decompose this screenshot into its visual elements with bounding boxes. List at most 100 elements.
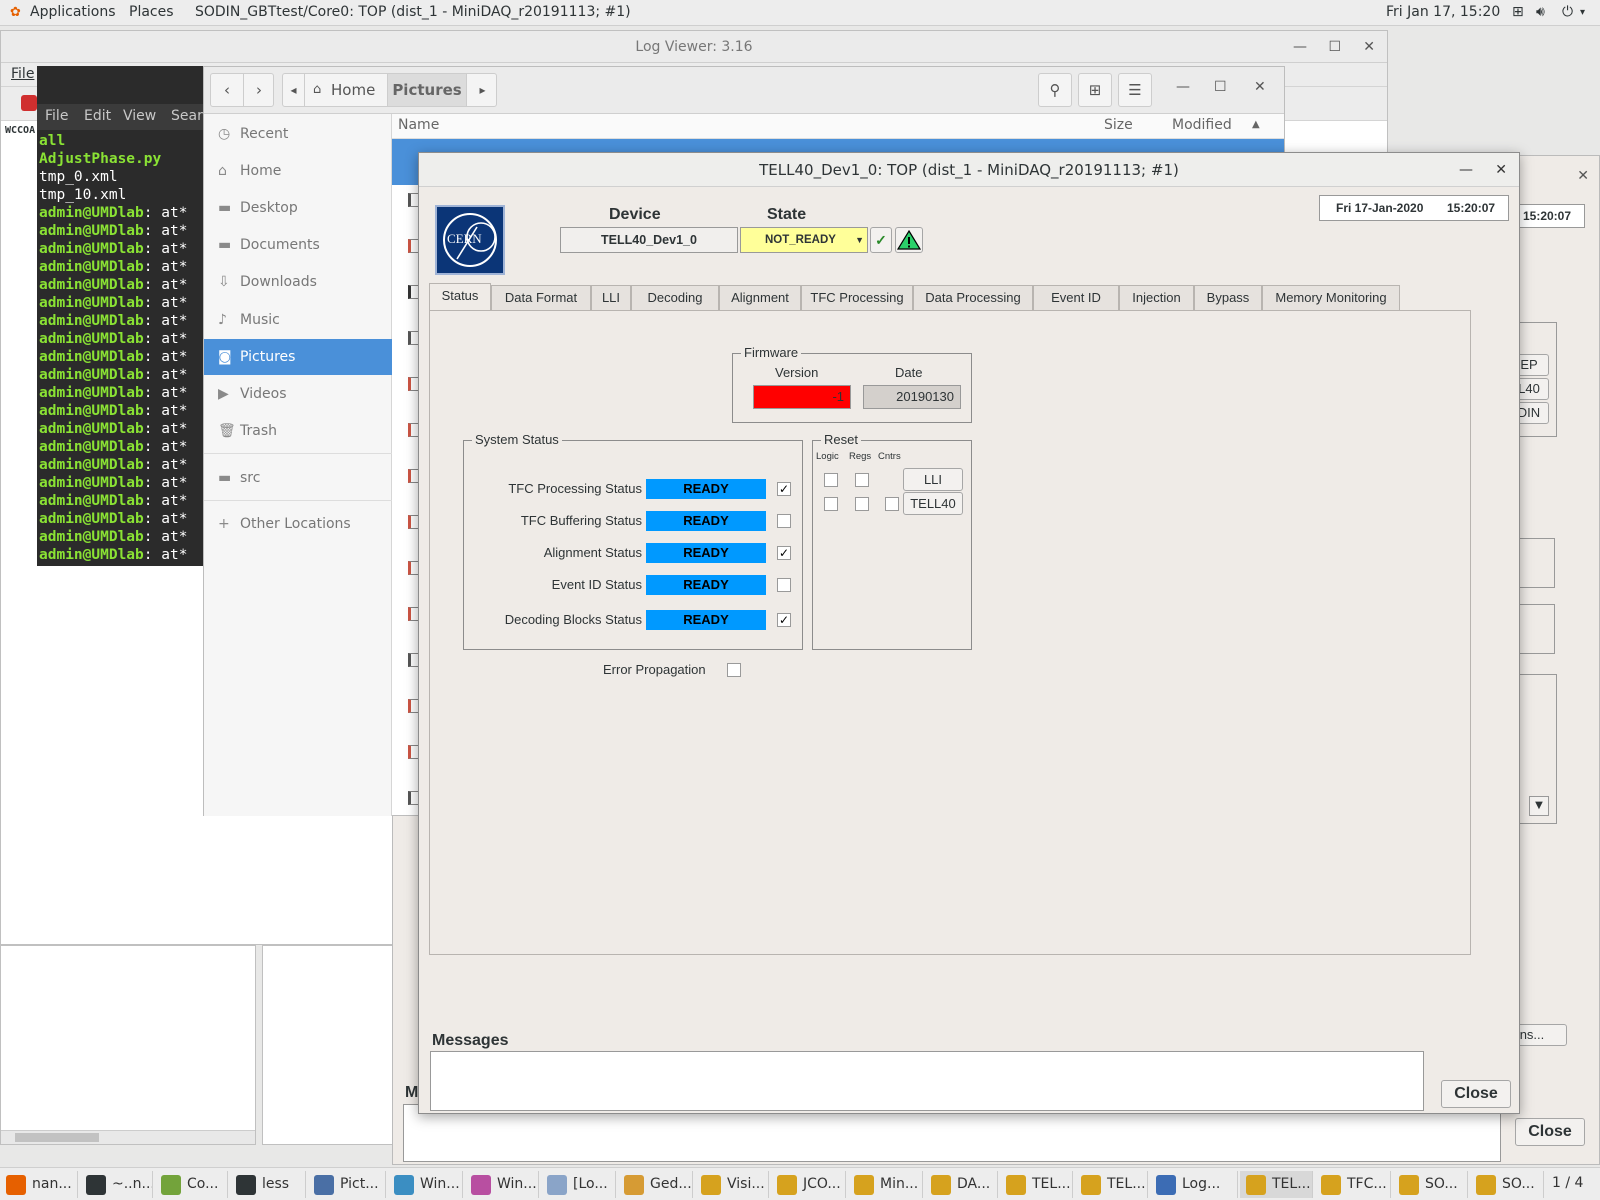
volume-icon[interactable]: 🔊︎ [1536, 4, 1545, 20]
power-icon[interactable]: ⏻ [1562, 4, 1573, 20]
back-arrow-icon[interactable]: ‹ [211, 74, 243, 106]
taskbar-item[interactable]: Co... [155, 1171, 228, 1198]
checkmark-button[interactable]: ✓ [870, 227, 892, 253]
state-dropdown[interactable]: NOT_READY ▼ [740, 227, 868, 253]
tab-bypass[interactable]: Bypass [1194, 285, 1262, 310]
sidebar-item-home[interactable]: ⌂ Home [204, 153, 392, 189]
chevron-down-icon[interactable]: ▼ [1529, 796, 1549, 816]
taskbar-item[interactable]: less [230, 1171, 306, 1198]
sidebar-item-documents[interactable]: ▬ Documents [204, 227, 392, 263]
network-icon[interactable]: ⊞ [1512, 4, 1524, 20]
taskbar-item[interactable]: ~..n... [80, 1171, 153, 1198]
status-enable-checkbox[interactable]: ✓ [777, 482, 791, 496]
close-button[interactable]: ✕ [1577, 168, 1589, 184]
sidebar-item-trash[interactable]: 🗑︎ Trash [204, 413, 392, 449]
search-icon[interactable]: ⚲ [1038, 73, 1072, 107]
sidebar-item-music[interactable]: ♪ Music [204, 302, 392, 338]
reset-tell40-logic-checkbox[interactable] [824, 497, 838, 511]
tab-tfc-processing[interactable]: TFC Processing [801, 285, 913, 310]
taskbar-item[interactable]: Win... [465, 1171, 539, 1198]
tab-data-format[interactable]: Data Format [491, 285, 591, 310]
chevron-down-icon[interactable]: ▼ [855, 228, 864, 252]
breadcrumb-right-icon[interactable]: ▸ [469, 74, 496, 106]
reset-tell40-button[interactable]: TELL40 [903, 492, 963, 515]
active-window-title[interactable]: SODIN_GBTtest/Core0: TOP (dist_1 - MiniD… [195, 4, 631, 20]
tab-lli[interactable]: LLI [591, 285, 631, 310]
stop-icon[interactable] [21, 95, 37, 111]
chevron-down-icon[interactable]: ▾ [1580, 7, 1585, 18]
taskbar-item[interactable]: Win... [388, 1171, 463, 1198]
status-enable-checkbox[interactable]: ✓ [777, 613, 791, 627]
tab-memory-monitoring[interactable]: Memory Monitoring [1262, 285, 1400, 310]
taskbar-item[interactable]: Ged... [618, 1171, 693, 1198]
taskbar-item[interactable]: nan... [0, 1171, 78, 1198]
tab-data-processing[interactable]: Data Processing [913, 285, 1033, 310]
warning-button[interactable] [895, 227, 923, 253]
close-button[interactable]: Close [1441, 1080, 1511, 1108]
tab-alignment[interactable]: Alignment [719, 285, 801, 310]
taskbar-item[interactable]: TEL... [1000, 1171, 1073, 1198]
terminal-menu-search[interactable]: Sear [171, 108, 203, 124]
taskbar-item[interactable]: [Lo... [541, 1171, 616, 1198]
column-size[interactable]: Size [1104, 117, 1133, 133]
sodin-close-button[interactable]: Close [1515, 1118, 1585, 1146]
taskbar-item[interactable]: SO... [1393, 1171, 1468, 1198]
terminal-menu-view[interactable]: View [123, 108, 156, 124]
taskbar-item[interactable]: Pict... [308, 1171, 386, 1198]
close-button[interactable]: ✕ [1254, 79, 1266, 95]
sidebar-item-recent[interactable]: ◷ Recent [204, 116, 392, 152]
grid-view-icon[interactable]: ⊞ [1078, 73, 1112, 107]
scrollbar-thumb[interactable] [15, 1133, 99, 1142]
minimize-button[interactable]: — [1293, 31, 1307, 63]
taskbar-item[interactable]: Visi... [695, 1171, 769, 1198]
sidebar-item-src[interactable]: ▬ src [204, 460, 392, 496]
sidebar-item-pictures[interactable]: ◙ Pictures [204, 339, 392, 375]
menu-file[interactable]: File [11, 66, 34, 82]
clock[interactable]: Fri Jan 17, 15:20 [1386, 4, 1500, 20]
column-modified[interactable]: Modified [1172, 117, 1232, 133]
reset-tell40-regs-checkbox[interactable] [855, 497, 869, 511]
menu-icon[interactable]: ☰ [1118, 73, 1152, 107]
minimize-button[interactable]: — [1176, 79, 1190, 95]
messages-box[interactable] [430, 1051, 1424, 1111]
reset-lli-regs-checkbox[interactable] [855, 473, 869, 487]
breadcrumb-home[interactable]: Home [331, 74, 375, 106]
taskbar-item[interactable]: Min... [848, 1171, 923, 1198]
reset-tell40-cntrs-checkbox[interactable] [885, 497, 899, 511]
status-enable-checkbox[interactable]: ✓ [777, 546, 791, 560]
maximize-button[interactable]: ☐ [1328, 31, 1341, 63]
status-enable-checkbox[interactable] [777, 514, 791, 528]
breadcrumb-left-icon[interactable]: ◂ [283, 74, 305, 106]
taskbar-item[interactable]: TEL... [1075, 1171, 1148, 1198]
tab-decoding[interactable]: Decoding [631, 285, 719, 310]
tab-injection[interactable]: Injection [1119, 285, 1194, 310]
terminal-menu-file[interactable]: File [45, 108, 68, 124]
taskbar-item[interactable]: TFC... [1315, 1171, 1391, 1198]
taskbar-item[interactable]: TEL... [1240, 1171, 1313, 1198]
breadcrumb-pictures[interactable]: Pictures [387, 74, 467, 106]
taskbar-item[interactable]: DA... [925, 1171, 998, 1198]
terminal-menu-edit[interactable]: Edit [84, 108, 111, 124]
close-button[interactable]: ✕ [1495, 153, 1507, 187]
workspace-switcher[interactable]: 1 / 4 [1552, 1175, 1583, 1191]
sidebar-item-other-locations[interactable]: + Other Locations [204, 506, 392, 542]
error-propagation-checkbox[interactable] [727, 663, 741, 677]
horizontal-scrollbar[interactable] [1, 1130, 255, 1144]
maximize-button[interactable]: ☐ [1214, 79, 1227, 95]
column-name[interactable]: Name [398, 117, 439, 133]
taskbar-item[interactable]: JCO... [771, 1171, 846, 1198]
sidebar-item-downloads[interactable]: ⇩ Downloads [204, 264, 392, 300]
minimize-button[interactable]: — [1459, 153, 1473, 187]
reset-lli-logic-checkbox[interactable] [824, 473, 838, 487]
status-enable-checkbox[interactable] [777, 578, 791, 592]
taskbar-item[interactable]: Log... [1150, 1171, 1238, 1198]
taskbar-item[interactable]: SO... [1470, 1171, 1544, 1198]
places-menu[interactable]: Places [129, 4, 174, 20]
reset-lli-button[interactable]: LLI [903, 468, 963, 491]
tab-event-id[interactable]: Event ID [1033, 285, 1119, 310]
tab-status[interactable]: Status [429, 283, 491, 310]
device-field[interactable]: TELL40_Dev1_0 [560, 227, 738, 253]
forward-arrow-icon[interactable]: › [243, 74, 274, 106]
close-button[interactable]: ✕ [1363, 31, 1375, 63]
sidebar-item-videos[interactable]: ▶ Videos [204, 376, 392, 412]
